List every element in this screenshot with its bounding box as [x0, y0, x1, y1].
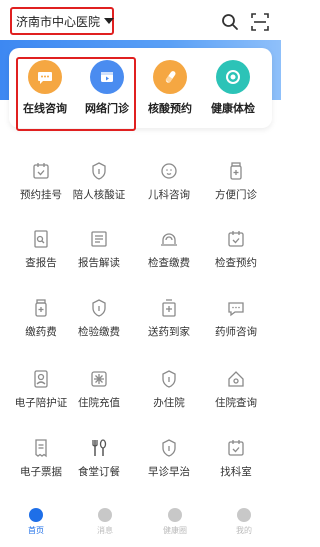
- grid-label: 方便门诊: [215, 189, 257, 201]
- calendar-check-icon: [228, 440, 244, 456]
- grid-item[interactable]: 报告解读: [64, 228, 134, 270]
- grid-item[interactable]: 药师咨询: [201, 297, 271, 339]
- grid-label: 检查预约: [215, 257, 257, 269]
- grid-item[interactable]: 陪人核酸证: [64, 160, 134, 202]
- id-card-icon: [34, 370, 48, 388]
- fork-spoon-icon: [92, 439, 107, 456]
- grid-label: 住院充值: [78, 397, 120, 409]
- nav-label: 我的: [236, 526, 252, 535]
- grid-label: 送药到家: [148, 326, 190, 338]
- chat-icon: [228, 302, 244, 317]
- nav-item[interactable]: 消息: [85, 508, 125, 536]
- grid-item[interactable]: 住院查询: [201, 368, 271, 410]
- shield-icon: [162, 439, 176, 457]
- hospital-name: 济南市中心医院: [16, 14, 101, 29]
- receipt-icon: [35, 439, 47, 458]
- shield-icon: [92, 162, 106, 180]
- medicine-box-icon: [162, 299, 176, 317]
- grid-item[interactable]: 检查预约: [201, 228, 271, 270]
- grid-item[interactable]: 送药到家: [134, 297, 204, 339]
- quick-health-checkup[interactable]: 健康体检: [203, 60, 263, 116]
- nav-item[interactable]: 我的: [224, 508, 264, 536]
- grid-label: 陪人核酸证: [72, 189, 126, 201]
- nav-label: 首页: [28, 526, 44, 535]
- medicine-bottle-icon: [35, 299, 47, 317]
- quick-nucleic-booking[interactable]: 核酸预约: [140, 60, 200, 116]
- home-icon: [29, 508, 43, 522]
- scan-icon[interactable]: [250, 12, 270, 32]
- chat-bubble-icon: [28, 60, 62, 94]
- grid-label: 办住院: [153, 397, 185, 409]
- nav-item[interactable]: 首页: [16, 508, 56, 536]
- grid-item[interactable]: 找科室: [201, 437, 271, 479]
- grid-label: 儿科咨询: [148, 189, 190, 201]
- quick-label: 网络门诊: [85, 102, 129, 115]
- grid-label: 找科室: [220, 466, 252, 478]
- health-circle-icon: [168, 508, 182, 522]
- grid-item[interactable]: 早诊早治: [134, 437, 204, 479]
- nav-label: 消息: [97, 526, 113, 535]
- quick-online-consult[interactable]: 在线咨询: [15, 60, 75, 116]
- grid-label: 药师咨询: [215, 326, 257, 338]
- report-search-icon: [34, 230, 48, 248]
- house-search-icon: [228, 371, 244, 387]
- checkup-icon: [216, 60, 250, 94]
- medicine-bottle-icon: [230, 162, 242, 180]
- quick-label: 核酸预约: [148, 102, 192, 115]
- sparkle-coin-icon: [91, 371, 107, 387]
- grid-item[interactable]: 住院充值: [64, 368, 134, 410]
- quick-web-clinic[interactable]: 网络门诊: [77, 60, 137, 116]
- caret-down-icon: [104, 18, 115, 24]
- grid-label: 检查缴费: [148, 257, 190, 269]
- grid-item[interactable]: 儿科咨询: [134, 160, 204, 202]
- grid-item[interactable]: 食堂订餐: [64, 437, 134, 479]
- nav-label: 健康圈: [163, 526, 187, 535]
- quick-label: 在线咨询: [23, 102, 67, 115]
- report-read-icon: [91, 231, 107, 247]
- quick-label: 健康体检: [211, 102, 255, 115]
- hospital-selector[interactable]: 济南市中心医院: [10, 7, 115, 35]
- dome-icon: [161, 233, 177, 246]
- calendar-check-icon: [33, 163, 49, 179]
- test-tube-icon: [153, 60, 187, 94]
- profile-icon: [237, 508, 251, 522]
- grid-label: 早诊早治: [148, 466, 190, 478]
- message-icon: [98, 508, 112, 522]
- grid-label: 报告解读: [78, 257, 120, 269]
- shield-icon: [92, 299, 106, 317]
- grid-label: 食堂订餐: [78, 466, 120, 478]
- search-icon[interactable]: [220, 12, 240, 32]
- grid-item[interactable]: 检验缴费: [64, 297, 134, 339]
- shield-icon: [162, 370, 176, 388]
- video-clinic-icon: [90, 60, 124, 94]
- nav-item[interactable]: 健康圈: [155, 508, 195, 536]
- calendar-check-icon: [228, 231, 244, 247]
- grid-item[interactable]: 检查缴费: [134, 228, 204, 270]
- grid-item[interactable]: 办住院: [134, 368, 204, 410]
- baby-face-icon: [161, 163, 177, 179]
- grid-label: 住院查询: [215, 397, 257, 409]
- grid-label: 检验缴费: [78, 326, 120, 338]
- grid-item[interactable]: 方便门诊: [201, 160, 271, 202]
